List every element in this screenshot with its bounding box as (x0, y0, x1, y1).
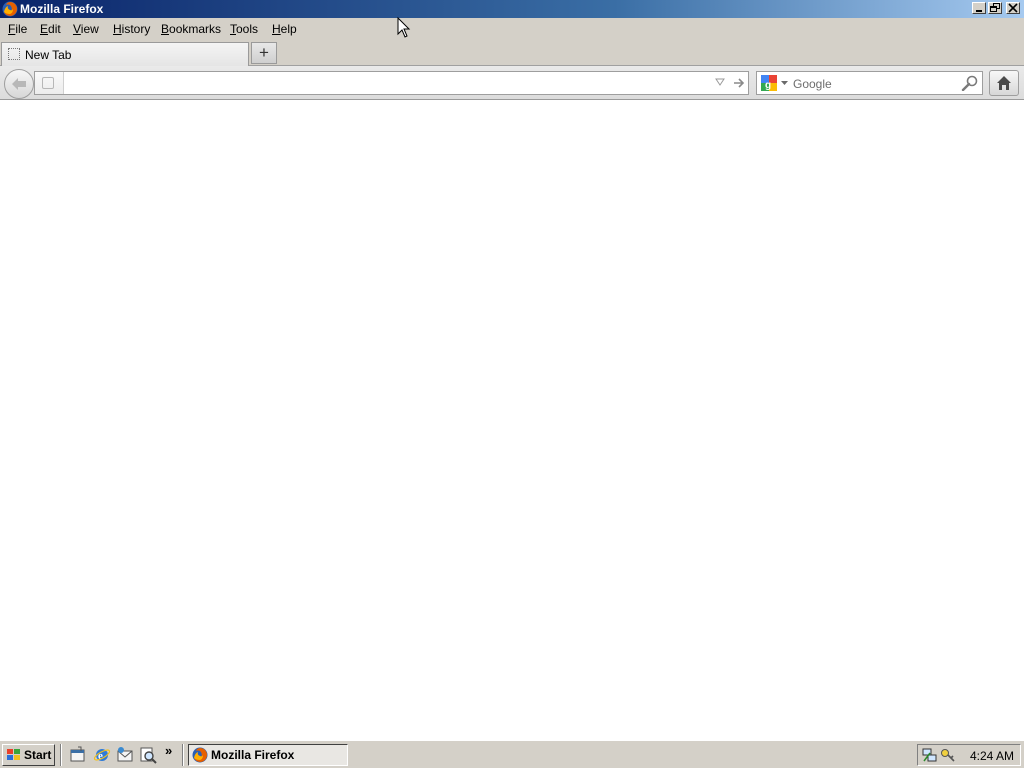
mouse-pointer-icon (397, 17, 411, 38)
go-arrow-icon[interactable] (733, 77, 745, 89)
tab-new-tab[interactable]: New Tab (1, 42, 249, 67)
security-key-icon[interactable] (940, 747, 956, 763)
restore-icon (990, 3, 1000, 12)
minimize-icon (976, 10, 982, 12)
navigation-toolbar: g (0, 66, 1024, 100)
taskbar-button-label: Mozilla Firefox (211, 748, 295, 762)
firefox-icon (192, 747, 208, 763)
menu-history[interactable]: History (113, 22, 150, 36)
menu-bookmarks-mnemonic: B (161, 22, 170, 36)
back-arrow-icon (12, 78, 26, 90)
menu-help-label: elp (280, 22, 297, 36)
menu-file[interactable]: File (8, 22, 27, 36)
outlook-express-icon[interactable] (116, 746, 134, 764)
menu-history-label: istory (121, 22, 151, 36)
url-history-dropdown-icon[interactable] (715, 78, 725, 86)
tab-label: New Tab (25, 48, 72, 62)
page-content[interactable] (0, 100, 1024, 740)
internet-explorer-icon[interactable]: e (93, 746, 111, 764)
blank-page-icon (8, 48, 20, 60)
google-engine-icon[interactable]: g (761, 75, 777, 91)
clock[interactable]: 4:24 AM (970, 749, 1014, 763)
taskbar-separator (182, 744, 184, 766)
close-button[interactable] (1006, 2, 1020, 14)
firefox-icon (2, 1, 18, 17)
windows-logo-icon (7, 749, 20, 760)
system-tray: 4:24 AM (917, 744, 1021, 766)
menu-history-mnemonic: H (113, 22, 122, 36)
menu-tools-label: ools (236, 22, 259, 36)
home-icon (997, 76, 1011, 90)
menu-file-label: ile (15, 22, 28, 36)
menu-bookmarks[interactable]: Bookmarks (161, 22, 221, 36)
menu-view[interactable]: View (73, 22, 99, 36)
quick-launch-overflow-icon[interactable]: » (165, 743, 172, 758)
menu-tools[interactable]: Tools (230, 22, 258, 36)
menu-view-label: iew (80, 22, 99, 36)
close-icon (1008, 3, 1018, 13)
menu-bookmarks-label: ookmarks (169, 22, 222, 36)
back-button[interactable] (4, 69, 34, 99)
taskbar-button-firefox[interactable]: Mozilla Firefox (188, 744, 348, 766)
menu-edit-label: dit (48, 22, 61, 36)
search-input[interactable] (791, 74, 955, 94)
engine-dropdown-icon[interactable] (781, 81, 788, 86)
restore-button[interactable] (988, 2, 1002, 14)
site-identity-icon (42, 77, 54, 89)
menu-edit[interactable]: Edit (40, 22, 61, 36)
minimize-button[interactable] (972, 2, 986, 14)
menu-help-mnemonic: H (272, 22, 281, 36)
taskbar-separator (60, 744, 62, 766)
menubar: File Edit View History Bookmarks Tools H… (0, 18, 1024, 40)
menu-edit-mnemonic: E (40, 22, 49, 36)
window-titlebar[interactable]: Mozilla Firefox (0, 0, 1024, 18)
network-icon[interactable] (922, 747, 938, 763)
svg-text:g: g (765, 80, 771, 91)
search-bar[interactable]: g (756, 71, 983, 95)
url-input[interactable] (65, 74, 709, 94)
url-bar[interactable] (34, 71, 749, 95)
show-desktop-icon[interactable] (69, 746, 87, 764)
home-button[interactable] (989, 70, 1019, 96)
start-button[interactable]: Start (2, 744, 55, 766)
menu-help[interactable]: Help (272, 22, 297, 36)
start-label: Start (24, 748, 52, 762)
search-files-icon[interactable] (139, 746, 157, 764)
search-magnifier-icon[interactable] (961, 75, 979, 91)
site-identity-button[interactable] (35, 72, 64, 94)
window-title: Mozilla Firefox (20, 2, 104, 16)
menu-view-mnemonic: V (73, 22, 81, 36)
taskbar: Start e » Mozilla Firefox 4:24 AM (0, 740, 1024, 768)
new-tab-button[interactable]: + (251, 42, 277, 64)
tab-strip: New Tab (0, 40, 1024, 67)
